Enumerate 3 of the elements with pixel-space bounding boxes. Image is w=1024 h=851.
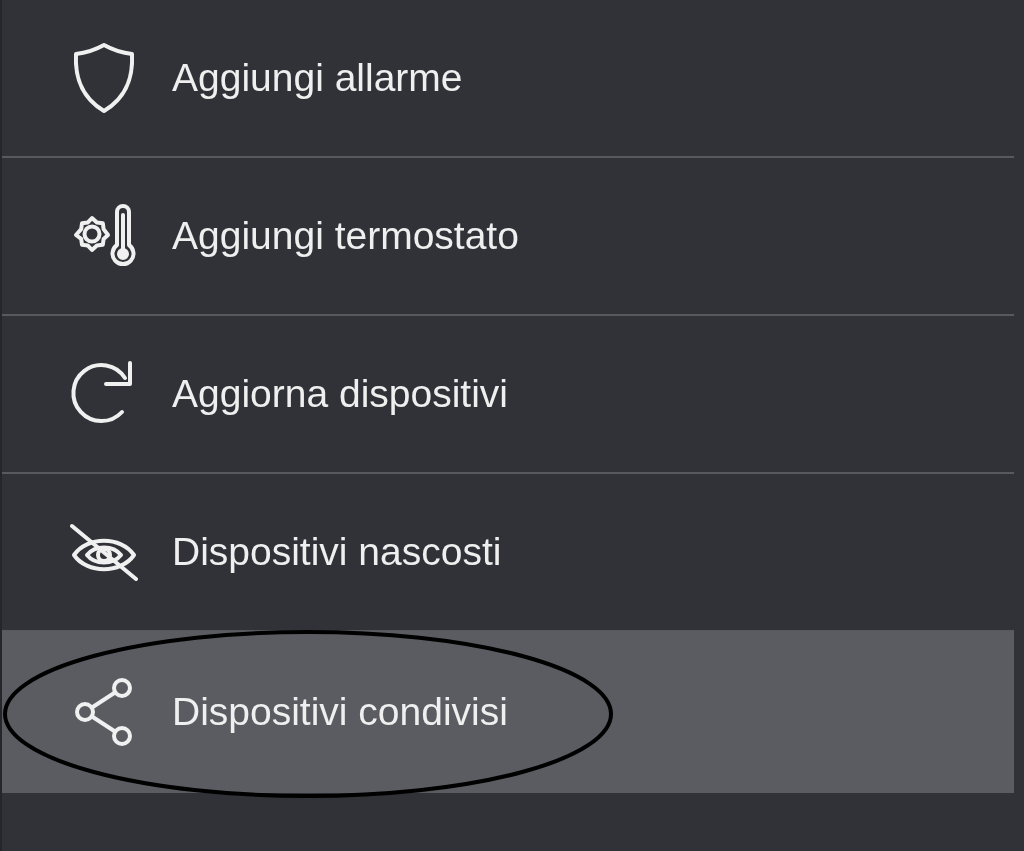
shield-icon [71,42,137,114]
share-icon [73,677,135,747]
eye-slash-icon [69,523,139,581]
